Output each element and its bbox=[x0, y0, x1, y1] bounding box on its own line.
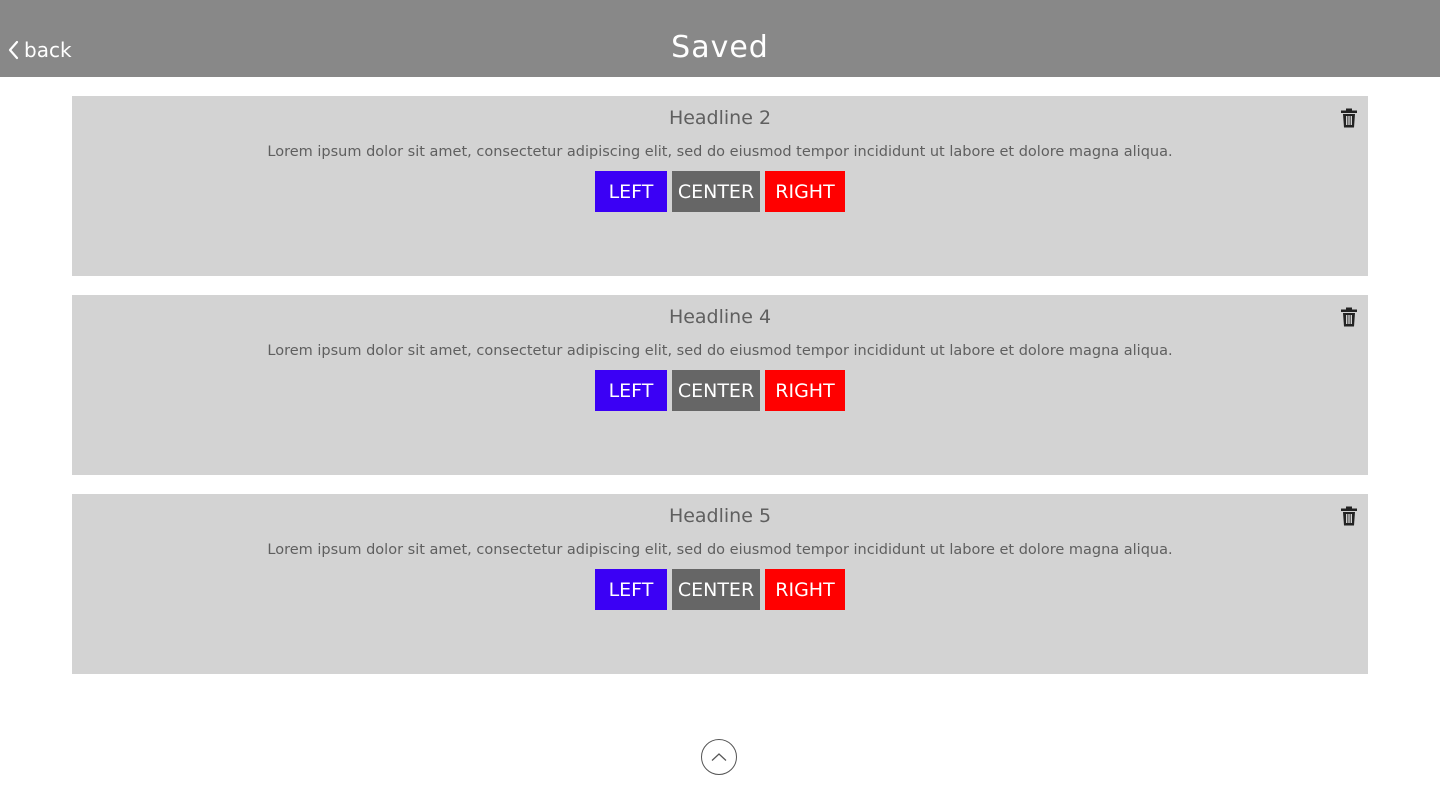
trash-icon[interactable] bbox=[1340, 506, 1358, 526]
trash-icon[interactable] bbox=[1340, 108, 1358, 128]
card-button-row: LEFT CENTER RIGHT bbox=[595, 370, 845, 411]
left-button[interactable]: LEFT bbox=[595, 370, 667, 411]
center-button[interactable]: CENTER bbox=[672, 370, 760, 411]
trash-icon[interactable] bbox=[1340, 307, 1358, 327]
saved-card: Headline 4 Lorem ipsum dolor sit amet, c… bbox=[72, 295, 1368, 475]
card-headline: Headline 5 bbox=[668, 505, 772, 527]
saved-card: Headline 5 Lorem ipsum dolor sit amet, c… bbox=[72, 494, 1368, 674]
right-button[interactable]: RIGHT bbox=[765, 370, 845, 411]
left-button[interactable]: LEFT bbox=[595, 569, 667, 610]
left-button[interactable]: LEFT bbox=[595, 171, 667, 212]
page-title: Saved bbox=[671, 30, 769, 65]
center-button[interactable]: CENTER bbox=[672, 569, 760, 610]
card-button-row: LEFT CENTER RIGHT bbox=[595, 171, 845, 212]
app-header: back Saved bbox=[0, 0, 1440, 77]
center-button[interactable]: CENTER bbox=[672, 171, 760, 212]
saved-list: Headline 2 Lorem ipsum dolor sit amet, c… bbox=[72, 96, 1368, 693]
card-text: Lorem ipsum dolor sit amet, consectetur … bbox=[267, 144, 1173, 160]
chevron-up-icon bbox=[711, 753, 727, 761]
scroll-to-top-button[interactable] bbox=[701, 739, 737, 775]
right-button[interactable]: RIGHT bbox=[765, 171, 845, 212]
right-button[interactable]: RIGHT bbox=[765, 569, 845, 610]
card-text: Lorem ipsum dolor sit amet, consectetur … bbox=[267, 542, 1173, 558]
card-button-row: LEFT CENTER RIGHT bbox=[595, 569, 845, 610]
card-headline: Headline 2 bbox=[668, 107, 772, 129]
card-text: Lorem ipsum dolor sit amet, consectetur … bbox=[267, 343, 1173, 359]
card-headline: Headline 4 bbox=[668, 306, 772, 328]
saved-card: Headline 2 Lorem ipsum dolor sit amet, c… bbox=[72, 96, 1368, 276]
